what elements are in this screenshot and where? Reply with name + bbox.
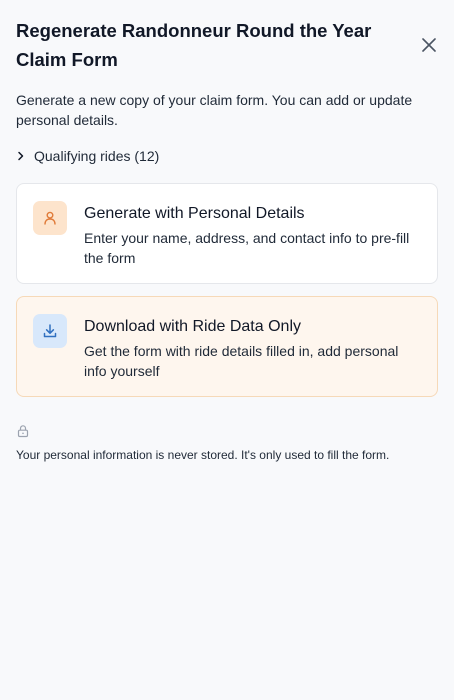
dialog-description: Generate a new copy of your claim form. … (16, 92, 413, 128)
close-icon (422, 38, 436, 52)
lock-icon (17, 425, 29, 438)
download-with-ride-data-only-option[interactable]: Download with Ride Data Only Get the for… (16, 296, 438, 397)
qualifying-rides-label: Qualifying rides (12) (34, 148, 160, 164)
option-subtitle: Enter your name, address, and contact in… (84, 230, 410, 266)
option-subtitle: Get the form with ride details filled in… (84, 343, 399, 379)
download-icon-badge (33, 314, 67, 348)
download-icon (43, 324, 57, 338)
close-button[interactable] (419, 35, 439, 55)
dialog-title: Regenerate Randonneur Round the Year Cla… (16, 20, 372, 70)
user-icon (44, 211, 56, 225)
user-icon-badge (33, 201, 67, 235)
privacy-note: Your personal information is never store… (16, 448, 390, 462)
qualifying-rides-toggle[interactable]: Qualifying rides (12) (16, 146, 159, 166)
generate-with-personal-details-option[interactable]: Generate with Personal Details Enter you… (16, 183, 438, 284)
chevron-right-icon (18, 151, 24, 161)
option-title: Download with Ride Data Only (84, 318, 301, 335)
option-title: Generate with Personal Details (84, 205, 305, 222)
regenerate-claim-form-dialog: Regenerate Randonneur Round the Year Cla… (0, 0, 454, 700)
